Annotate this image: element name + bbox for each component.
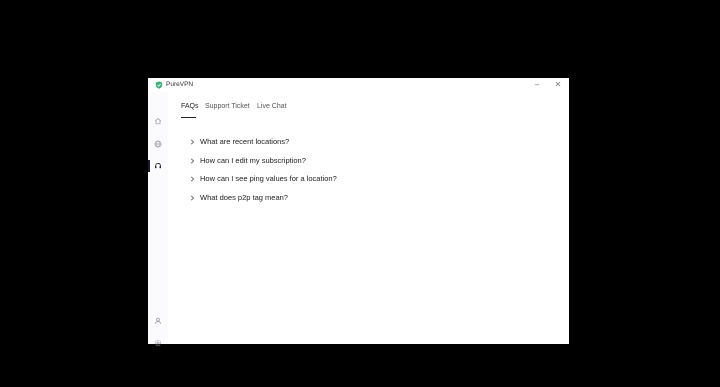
active-tab-indicator xyxy=(181,117,196,118)
app-window: PureVPN – ✕ FAQs Support Ticket Live Cha… xyxy=(148,78,569,347)
chevron-right-icon xyxy=(188,156,196,166)
faq-question: What are recent locations? xyxy=(200,137,290,146)
app-title: PureVPN xyxy=(166,81,194,88)
chevron-right-icon xyxy=(188,193,196,203)
minimize-button[interactable]: – xyxy=(531,79,543,91)
tab-faqs[interactable]: FAQs xyxy=(181,102,199,111)
user-icon xyxy=(155,317,161,325)
sidebar-item-support[interactable] xyxy=(148,159,168,173)
sidebar-item-settings[interactable] xyxy=(148,336,168,350)
chevron-right-icon xyxy=(188,137,196,147)
tab-live-chat[interactable]: Live Chat xyxy=(257,102,287,111)
faq-question: How can I see ping values for a location… xyxy=(200,174,337,183)
faq-question: How can I edit my subscription? xyxy=(200,155,306,165)
close-button[interactable]: ✕ xyxy=(552,79,564,91)
headset-icon xyxy=(155,163,161,169)
home-icon xyxy=(154,117,162,125)
sidebar-item-locations[interactable] xyxy=(148,137,168,151)
support-content: FAQs Support Ticket Live Chat What are r… xyxy=(168,92,569,344)
sidebar-item-account[interactable] xyxy=(148,314,168,328)
sidebar-item-home[interactable] xyxy=(148,114,168,128)
sidebar xyxy=(148,92,168,347)
tab-support-ticket[interactable]: Support Ticket xyxy=(205,102,250,111)
globe-icon xyxy=(154,140,162,148)
title-bar[interactable]: PureVPN – ✕ xyxy=(148,78,569,92)
purevpn-logo-icon xyxy=(155,81,163,89)
chevron-right-icon xyxy=(188,174,196,184)
faq-question: What does p2p tag mean? xyxy=(200,192,288,202)
gear-icon xyxy=(154,339,162,347)
